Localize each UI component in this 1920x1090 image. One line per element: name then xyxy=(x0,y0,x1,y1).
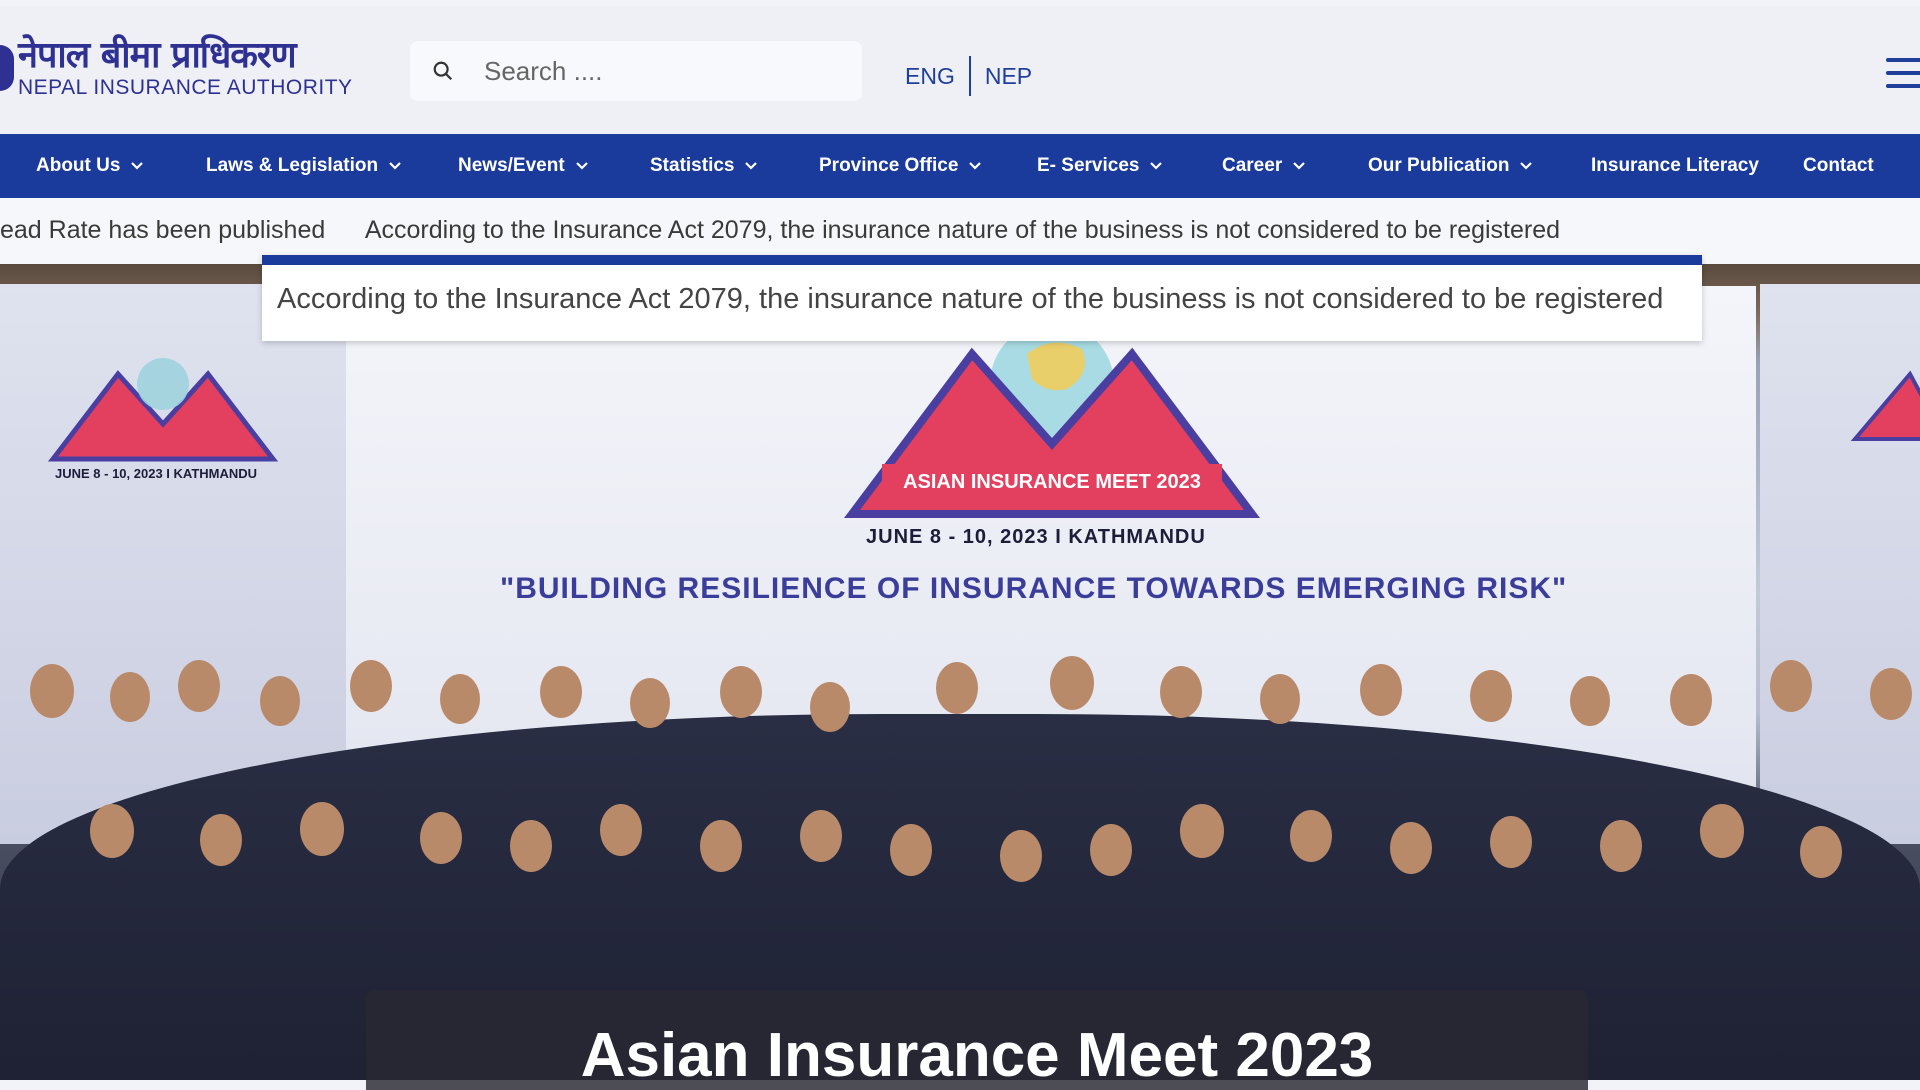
nav-label: Career xyxy=(1222,155,1283,176)
chevron-down-icon xyxy=(1150,162,1163,170)
nav-label: Insurance Literacy xyxy=(1591,155,1759,176)
lang-nep-link[interactable]: NEP xyxy=(985,63,1032,90)
hero-banner-image: JUNE 8 - 10, 2023 I KATHMANDU ASIAN INSU… xyxy=(0,264,1920,1080)
chevron-down-icon xyxy=(389,162,401,170)
event-mountain-logo-icon: ASIAN INSURANCE MEET 2023 xyxy=(844,324,1260,518)
nav-contact[interactable]: Contact xyxy=(1803,134,1874,198)
logo-nepali-text: नेपाल बीमा प्राधिकरण xyxy=(18,35,297,76)
search-box[interactable] xyxy=(410,41,862,101)
nav-statistics[interactable]: Statistics xyxy=(650,134,758,198)
language-switcher: ENG NEP xyxy=(905,56,1032,96)
notice-popup-text: According to the Insurance Act 2079, the… xyxy=(277,283,1664,315)
chevron-down-icon xyxy=(131,162,144,170)
ticker-item[interactable]: According to the Insurance Act 2079, the… xyxy=(365,216,1560,244)
banner-title: ASIAN INSURANCE MEET 2023 xyxy=(903,471,1201,493)
mountain-logo-icon xyxy=(1850,370,1920,441)
nav-label: About Us xyxy=(36,155,121,176)
nav-our-publication[interactable]: Our Publication xyxy=(1368,134,1533,198)
nav-news-event[interactable]: News/Event xyxy=(458,134,589,198)
mountain-logo-icon xyxy=(48,358,278,462)
side-banner-date: JUNE 8 - 10, 2023 I KATHMANDU xyxy=(55,466,258,481)
hero-caption: Asian Insurance Meet 2023 xyxy=(366,990,1588,1090)
nav-label: News/Event xyxy=(458,155,565,176)
nav-e-services[interactable]: E- Services xyxy=(1037,134,1163,198)
nav-label: Our Publication xyxy=(1368,155,1510,176)
lang-divider xyxy=(968,56,971,96)
nav-label: Contact xyxy=(1803,155,1874,176)
main-nav: About Us Laws & Legislation News/Event S… xyxy=(0,134,1920,198)
nav-career[interactable]: Career xyxy=(1222,134,1306,198)
chevron-down-icon xyxy=(575,162,588,170)
nav-province-office[interactable]: Province Office xyxy=(819,134,982,198)
logo-emblem-icon xyxy=(0,45,14,91)
nav-label: Statistics xyxy=(650,155,735,176)
search-input[interactable] xyxy=(484,55,844,87)
chevron-down-icon xyxy=(745,162,758,170)
lang-eng-link[interactable]: ENG xyxy=(905,63,955,90)
notice-popup[interactable]: According to the Insurance Act 2079, the… xyxy=(262,255,1702,341)
site-logo[interactable]: नेपाल बीमा प्राधिकरण NEPAL INSURANCE AUT… xyxy=(0,38,353,98)
ticker-item[interactable]: ead Rate has been published xyxy=(0,216,325,244)
nav-insurance-literacy[interactable]: Insurance Literacy xyxy=(1591,134,1759,198)
logo-english-text: NEPAL INSURANCE AUTHORITY xyxy=(18,76,353,99)
banner-date: JUNE 8 - 10, 2023 I KATHMANDU xyxy=(866,526,1206,548)
site-header: नेपाल बीमा प्राधिकरण NEPAL INSURANCE AUT… xyxy=(0,6,1920,134)
banner-slogan: "BUILDING RESILIENCE OF INSURANCE TOWARD… xyxy=(500,572,1568,605)
hamburger-menu-icon[interactable] xyxy=(1886,58,1920,97)
chevron-down-icon xyxy=(969,162,982,170)
search-icon[interactable] xyxy=(432,60,454,82)
nav-about-us[interactable]: About Us xyxy=(36,134,144,198)
chevron-down-icon xyxy=(1293,162,1305,170)
nav-label: Province Office xyxy=(819,155,959,176)
chevron-down-icon xyxy=(1520,162,1533,170)
nav-laws-legislation[interactable]: Laws & Legislation xyxy=(206,134,402,198)
nav-label: E- Services xyxy=(1037,155,1140,176)
nav-label: Laws & Legislation xyxy=(206,155,379,176)
